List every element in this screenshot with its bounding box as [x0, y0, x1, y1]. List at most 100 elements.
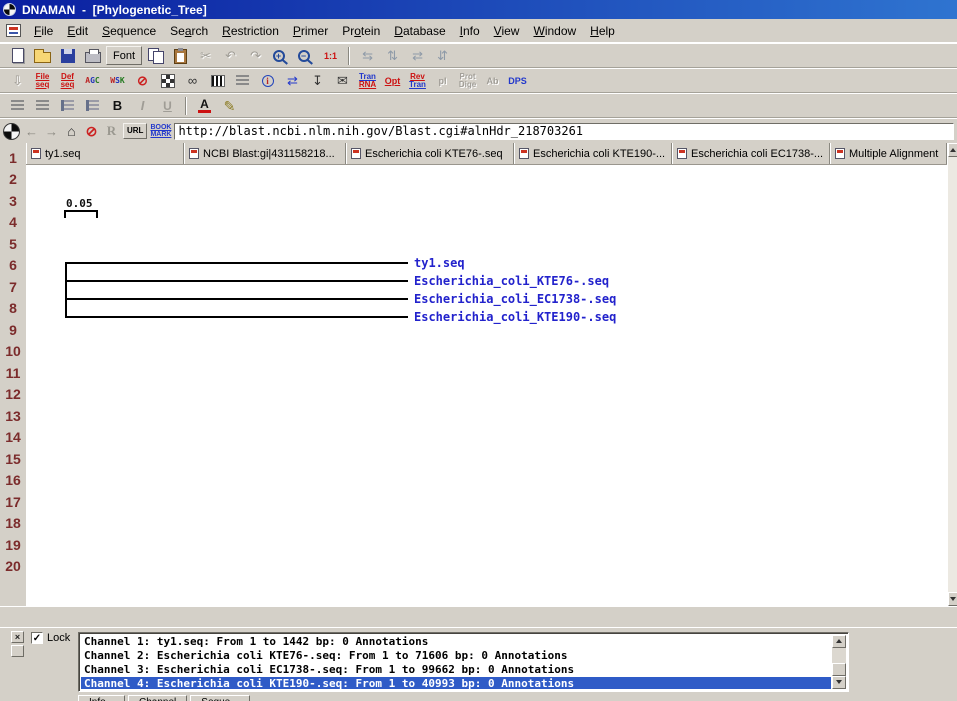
- channel-number[interactable]: 16: [0, 470, 26, 492]
- numbered-list-button[interactable]: [56, 95, 79, 117]
- get-sequence-button[interactable]: ⇩: [6, 70, 29, 92]
- channel-number[interactable]: 18: [0, 513, 26, 535]
- channel-number[interactable]: 12: [0, 384, 26, 406]
- font-color-button[interactable]: A: [193, 95, 216, 117]
- sequence-info-button[interactable]: i: [256, 70, 279, 92]
- print-button[interactable]: [81, 45, 104, 67]
- menu-sequence[interactable]: Sequence: [95, 21, 163, 41]
- channel-number[interactable]: 8: [0, 298, 26, 320]
- back-icon[interactable]: [23, 124, 40, 139]
- channel-number[interactable]: 15: [0, 448, 26, 470]
- load-to-channel-button[interactable]: ↧: [306, 70, 329, 92]
- paste-button[interactable]: [169, 45, 192, 67]
- sequence-codes-button[interactable]: WSK: [106, 70, 129, 92]
- channel-number[interactable]: 13: [0, 405, 26, 427]
- channel-row[interactable]: Channel 1: ty1.seq: From 1 to 1442 bp: 0…: [81, 635, 831, 649]
- pair-align-button[interactable]: ⇄: [281, 70, 304, 92]
- tab-escherichia-coli-kte76-seq[interactable]: Escherichia coli KTE76-.seq: [346, 143, 514, 164]
- channel-number[interactable]: 19: [0, 534, 26, 556]
- open-button[interactable]: [31, 45, 54, 67]
- forward-icon[interactable]: [43, 124, 60, 139]
- pi-button[interactable]: pI: [431, 70, 454, 92]
- fit-height-button[interactable]: ⇵: [431, 45, 454, 67]
- scroll-down-icon[interactable]: [948, 592, 957, 606]
- channel-number[interactable]: 4: [0, 212, 26, 234]
- listbox-scroll-up-icon[interactable]: [832, 635, 846, 648]
- channel-number[interactable]: 7: [0, 276, 26, 298]
- channel-number[interactable]: 14: [0, 427, 26, 449]
- channel-number[interactable]: 9: [0, 319, 26, 341]
- tab-ncbi-blast-gi-431158218[interactable]: NCBI Blast:gi|431158218...: [184, 143, 346, 164]
- scroll-up-icon[interactable]: [948, 143, 957, 157]
- underline-button[interactable]: U: [156, 95, 179, 117]
- panel-tab-info[interactable]: Info...: [78, 695, 126, 701]
- dot-matrix-button[interactable]: [156, 70, 179, 92]
- draw-pencil-button[interactable]: ✎: [218, 95, 241, 117]
- save-button[interactable]: [56, 45, 79, 67]
- menu-edit[interactable]: Edit: [60, 21, 95, 41]
- channel-number[interactable]: 10: [0, 341, 26, 363]
- distribute-vertical-button[interactable]: ⇅: [381, 45, 404, 67]
- channel-row[interactable]: Channel 4: Escherichia coli KTE190-.seq:…: [81, 677, 831, 689]
- vertical-scrollbar[interactable]: [947, 143, 957, 606]
- tab-ty1-seq[interactable]: ty1.seq: [26, 143, 184, 164]
- stop-icon[interactable]: [83, 123, 100, 140]
- menu-search[interactable]: Search: [163, 21, 215, 41]
- new-button[interactable]: [6, 45, 29, 67]
- def-seq-button[interactable]: Def seq: [56, 70, 79, 92]
- menu-info[interactable]: Info: [453, 21, 487, 41]
- bold-button[interactable]: B: [106, 95, 129, 117]
- copy-button[interactable]: [144, 45, 167, 67]
- fit-width-button[interactable]: ⇄: [406, 45, 429, 67]
- channel-number[interactable]: 5: [0, 233, 26, 255]
- bullet-list-button[interactable]: [81, 95, 104, 117]
- url-input[interactable]: [174, 122, 954, 140]
- menu-view[interactable]: View: [487, 21, 527, 41]
- listbox-scroll-thumb[interactable]: [832, 663, 846, 676]
- bookmark-button[interactable]: BOOK MARK: [150, 124, 171, 138]
- lock-checkbox[interactable]: [31, 632, 43, 644]
- italic-button[interactable]: I: [131, 95, 154, 117]
- menu-restriction[interactable]: Restriction: [215, 21, 286, 41]
- listbox-scroll-down-icon[interactable]: [832, 676, 846, 689]
- home-icon[interactable]: [63, 123, 80, 139]
- reload-button[interactable]: R: [103, 123, 120, 139]
- sequence-list-button[interactable]: [231, 70, 254, 92]
- zoom-out-button[interactable]: −: [294, 45, 317, 67]
- menu-protein[interactable]: Protein: [335, 21, 387, 41]
- font-button[interactable]: Font: [106, 46, 143, 65]
- send-mail-button[interactable]: ✉: [331, 70, 354, 92]
- panel-tab-seque[interactable]: Seque...: [190, 695, 250, 701]
- channel-row[interactable]: Channel 3: Escherichia coli EC1738-.seq:…: [81, 663, 831, 677]
- menu-help[interactable]: Help: [583, 21, 622, 41]
- actual-size-button[interactable]: 1:1: [319, 45, 342, 67]
- tran-rna-button[interactable]: Tran RNA: [356, 70, 379, 92]
- tab-escherichia-coli-ec1738[interactable]: Escherichia coli EC1738-...: [672, 143, 830, 164]
- redo-button[interactable]: ↷: [244, 45, 267, 67]
- channel-number[interactable]: 17: [0, 491, 26, 513]
- remove-sequence-button[interactable]: ⊘: [131, 70, 154, 92]
- listbox-scrollbar[interactable]: [832, 635, 846, 689]
- channel-number[interactable]: 11: [0, 362, 26, 384]
- sequence-colors-button[interactable]: AGC: [81, 70, 104, 92]
- channel-number[interactable]: 20: [0, 556, 26, 578]
- align-justify-button[interactable]: [31, 95, 54, 117]
- rev-tran-button[interactable]: Rev Tran: [406, 70, 429, 92]
- channel-number[interactable]: 2: [0, 169, 26, 191]
- panel-close-button[interactable]: ×: [11, 631, 24, 643]
- zoom-in-button[interactable]: +: [269, 45, 292, 67]
- dps-button[interactable]: DPS: [506, 70, 529, 92]
- panel-tab-channel[interactable]: Channel: [128, 695, 188, 701]
- channel-number[interactable]: 1: [0, 147, 26, 169]
- file-seq-button[interactable]: File seq: [31, 70, 54, 92]
- menu-file[interactable]: File: [27, 21, 60, 41]
- distribute-horizontal-button[interactable]: ⇆: [356, 45, 379, 67]
- menu-window[interactable]: Window: [526, 21, 583, 41]
- opt-button[interactable]: Opt: [381, 70, 404, 92]
- menu-database[interactable]: Database: [387, 21, 452, 41]
- align-left-button[interactable]: [6, 95, 29, 117]
- url-button[interactable]: URL: [123, 123, 148, 139]
- find-sequence-button[interactable]: ∞: [181, 70, 204, 92]
- undo-button[interactable]: ↶: [219, 45, 242, 67]
- prot-dige-button[interactable]: Prot Dige: [456, 70, 479, 92]
